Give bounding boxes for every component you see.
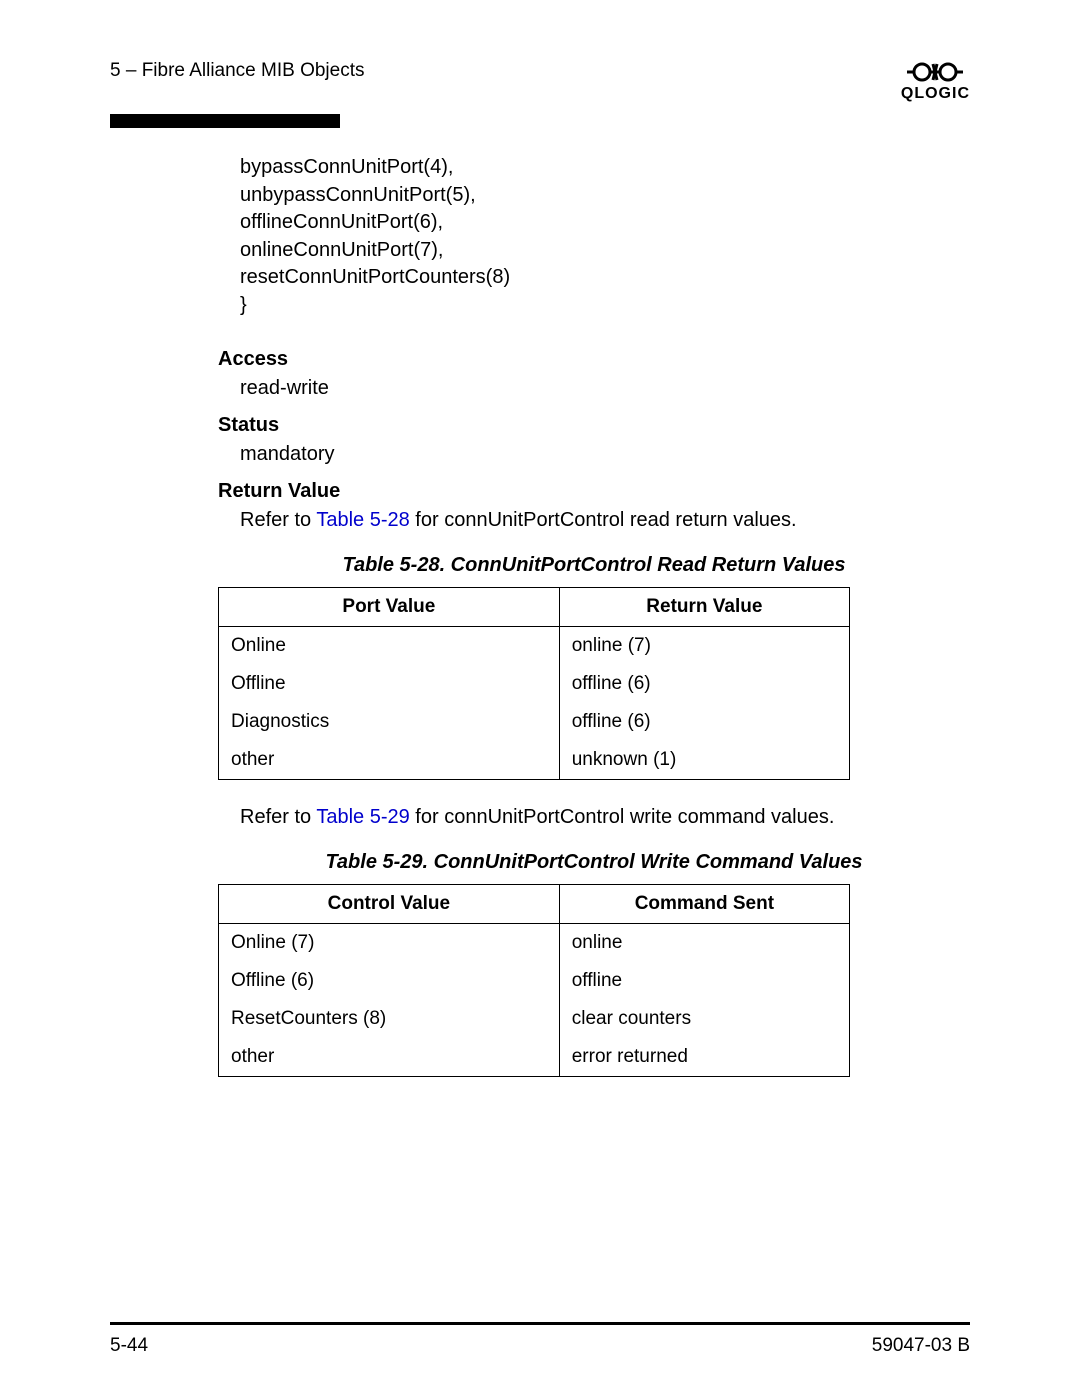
- table-cell: Diagnostics: [219, 703, 560, 741]
- table-header: Port Value: [219, 587, 560, 626]
- ref-text: Refer to: [240, 509, 316, 531]
- table-row: Diagnosticsoffline (6): [219, 703, 850, 741]
- table-cell: ResetCounters (8): [219, 1000, 560, 1038]
- table-row: ResetCounters (8)clear counters: [219, 1000, 850, 1038]
- return-value-label: Return Value: [218, 480, 970, 503]
- table-5-28-link[interactable]: Table 5-28: [316, 509, 409, 531]
- brand-name: QLOGIC: [901, 86, 970, 102]
- table-cell: error returned: [559, 1038, 849, 1077]
- enum-line: unbypassConnUnitPort(5),: [240, 182, 970, 210]
- table-row: Onlineonline (7): [219, 626, 850, 665]
- table-cell: Online (7): [219, 923, 560, 962]
- table-row: Offlineoffline (6): [219, 665, 850, 703]
- access-value: read-write: [240, 377, 970, 400]
- table-cell: other: [219, 741, 560, 780]
- table-row: Online (7)online: [219, 923, 850, 962]
- table-cell: Online: [219, 626, 560, 665]
- ref-text: Refer to: [240, 806, 316, 828]
- ref-text: for connUnitPortControl write command va…: [410, 806, 835, 828]
- header-section: 5 – Fibre Alliance MIB Objects: [110, 60, 365, 82]
- footer-rule: [110, 1322, 970, 1325]
- table-cell: online: [559, 923, 849, 962]
- table-cell: offline: [559, 962, 849, 1000]
- table-header: Command Sent: [559, 884, 849, 923]
- doc-id: 59047-03 B: [872, 1335, 970, 1357]
- table-row: otherunknown (1): [219, 741, 850, 780]
- enum-line: bypassConnUnitPort(4),: [240, 154, 970, 182]
- table-cell: Offline: [219, 665, 560, 703]
- status-label: Status: [218, 414, 970, 437]
- return-ref-line: Refer to Table 5-28 for connUnitPortCont…: [240, 509, 970, 532]
- status-value: mandatory: [240, 443, 970, 466]
- table-cell: other: [219, 1038, 560, 1077]
- table-cell: offline (6): [559, 703, 849, 741]
- enum-line: onlineConnUnitPort(7),: [240, 237, 970, 265]
- table-cell: unknown (1): [559, 741, 849, 780]
- table-5-28: Port Value Return Value Onlineonline (7)…: [218, 587, 850, 780]
- table-row: Offline (6)offline: [219, 962, 850, 1000]
- table-header: Return Value: [559, 587, 849, 626]
- table-5-29-link[interactable]: Table 5-29: [316, 806, 409, 828]
- brand-logo: QLOGIC: [901, 60, 970, 102]
- write-ref-line: Refer to Table 5-29 for connUnitPortCont…: [218, 806, 970, 829]
- enum-block: bypassConnUnitPort(4), unbypassConnUnitP…: [240, 154, 970, 320]
- table-cell: offline (6): [559, 665, 849, 703]
- table-cell: Offline (6): [219, 962, 560, 1000]
- page-number: 5-44: [110, 1335, 148, 1357]
- qlogic-mark-icon: [907, 60, 963, 84]
- table-cell: clear counters: [559, 1000, 849, 1038]
- section-bar: [110, 114, 340, 128]
- access-label: Access: [218, 348, 970, 371]
- table-5-28-caption: Table 5-28. ConnUnitPortControl Read Ret…: [218, 554, 970, 577]
- table-5-29-caption: Table 5-29. ConnUnitPortControl Write Co…: [218, 851, 970, 874]
- table-5-29: Control Value Command Sent Online (7)onl…: [218, 884, 850, 1077]
- enum-line: }: [240, 292, 970, 320]
- ref-text: for connUnitPortControl read return valu…: [410, 509, 797, 531]
- table-row: othererror returned: [219, 1038, 850, 1077]
- table-header: Control Value: [219, 884, 560, 923]
- enum-line: offlineConnUnitPort(6),: [240, 209, 970, 237]
- enum-line: resetConnUnitPortCounters(8): [240, 264, 970, 292]
- table-cell: online (7): [559, 626, 849, 665]
